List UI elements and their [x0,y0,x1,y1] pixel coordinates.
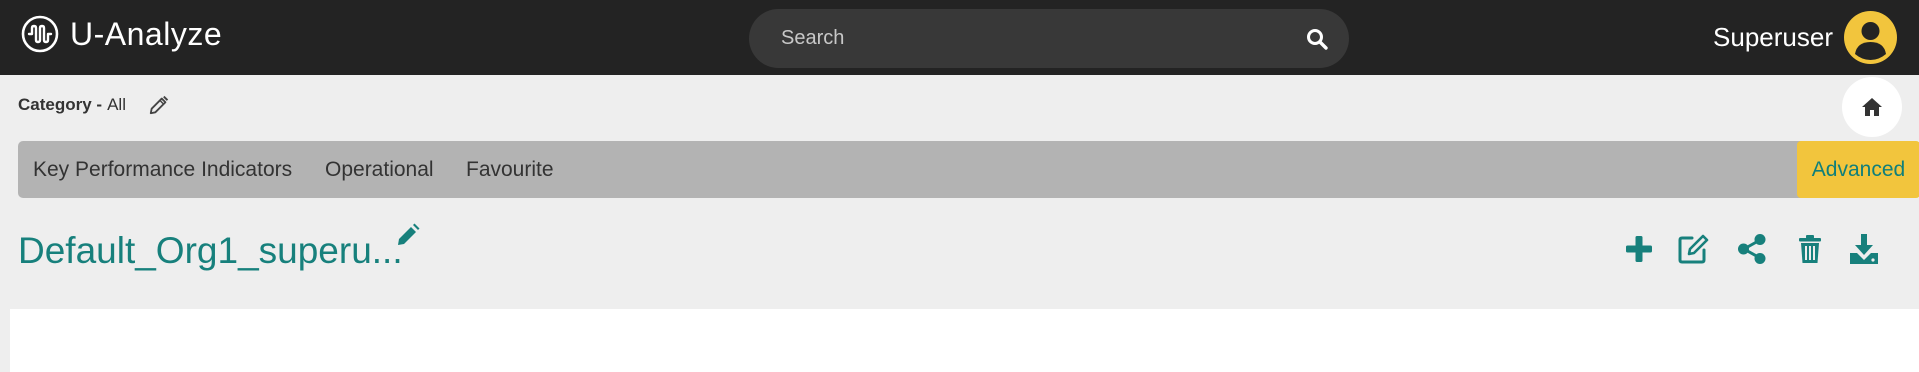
edit-square-icon[interactable] [1676,232,1710,266]
top-bar: U-Analyze Superuser [0,0,1919,75]
dashboard-tabs: Key Performance Indicators Operational F… [18,141,1919,198]
category-value: All [107,95,126,114]
plus-icon[interactable] [1622,232,1656,266]
pencil-icon[interactable] [148,94,170,116]
dashboard-title: Default_Org1_superu... [18,230,403,271]
app-logo[interactable]: U-Analyze [20,14,222,54]
trash-icon[interactable] [1793,232,1827,266]
category-label: Category - [18,95,103,114]
dashboard-content-panel [10,309,1919,372]
tab-key-performance-indicators[interactable]: Key Performance Indicators [33,141,292,198]
waveform-circle-icon [21,15,59,53]
user-avatar-icon[interactable] [1844,11,1897,64]
search-input[interactable] [781,9,1281,68]
tab-advanced[interactable]: Advanced [1797,141,1919,198]
tab-favourite[interactable]: Favourite [466,141,554,198]
search-box [749,9,1349,68]
tab-operational[interactable]: Operational [325,141,434,198]
home-icon [1862,98,1882,116]
download-icon[interactable] [1847,232,1881,266]
user-name[interactable]: Superuser [1713,22,1833,53]
pencil-icon[interactable] [396,223,420,247]
share-icon[interactable] [1735,232,1769,266]
search-icon[interactable] [1305,27,1329,51]
category-selector: Category - All [18,95,126,115]
app-name: U-Analyze [70,15,223,52]
home-button[interactable] [1842,77,1902,137]
